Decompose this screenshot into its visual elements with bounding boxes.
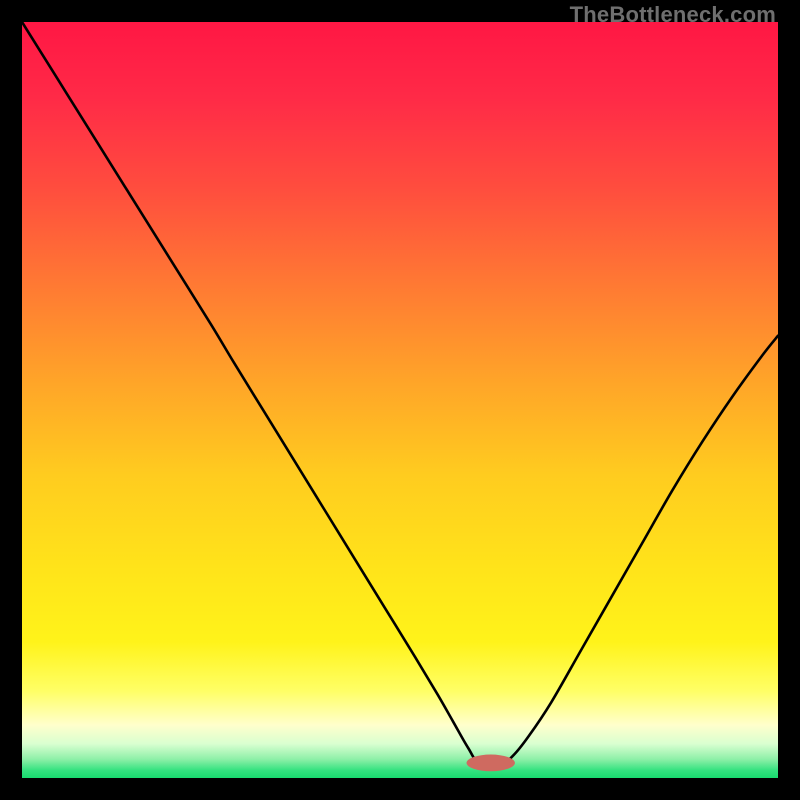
chart-background-gradient [22, 22, 778, 778]
chart-frame [22, 22, 778, 778]
optimal-point-marker [467, 755, 515, 772]
bottleneck-chart [22, 22, 778, 778]
attribution-text: TheBottleneck.com [570, 2, 776, 28]
